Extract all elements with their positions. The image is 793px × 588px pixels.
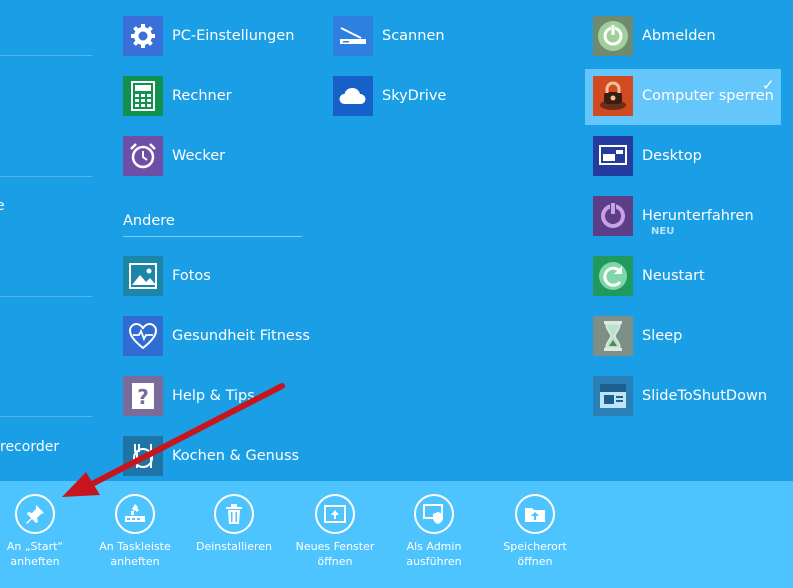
tile-label: Sleep: [642, 328, 683, 344]
tile-herunterfahren[interactable]: Herunterfahren NEU: [593, 196, 754, 237]
calculator-icon: [123, 76, 163, 116]
app-bar: An „Start“ anheften An Taskleiste anheften…: [0, 481, 793, 588]
tile-label: Herunterfahren: [642, 208, 754, 224]
group-divider: [123, 236, 302, 237]
tile-wecker[interactable]: Wecker: [123, 136, 225, 176]
tile-pc-einstellungen[interactable]: PC-Einstellungen: [123, 16, 294, 56]
tile-label: SkyDrive: [382, 88, 447, 104]
pin-icon: [15, 494, 55, 534]
tile-label: Abmelden: [642, 28, 716, 44]
tile-neustart[interactable]: Neustart: [593, 256, 705, 296]
tile-label: Computer sperren: [642, 88, 774, 104]
trash-icon: [214, 494, 254, 534]
tile-label: Rechner: [172, 88, 232, 104]
tile-scannen[interactable]: Scannen: [333, 16, 445, 56]
admin-shield-icon: [414, 494, 454, 534]
button-label: Als Admin: [406, 540, 462, 553]
tile-sleep[interactable]: Sleep: [593, 316, 682, 356]
lock-icon: [593, 76, 633, 116]
tile-label: PC-Einstellungen: [172, 28, 295, 44]
uninstall-button[interactable]: Deinstallieren: [184, 494, 284, 554]
divider: [0, 296, 92, 297]
pin-to-taskbar-button[interactable]: An Taskleiste anheften: [85, 494, 185, 569]
divider: [0, 416, 92, 417]
button-label: Deinstallieren: [195, 540, 272, 553]
button-label: ausführen: [406, 555, 462, 568]
heart-icon: [123, 316, 163, 356]
open-new-window-button[interactable]: Neues Fenster öffnen: [285, 494, 385, 569]
scanner-icon: [333, 16, 373, 56]
cloud-icon: [333, 76, 373, 116]
group-header-andere[interactable]: Andere: [123, 213, 175, 229]
divider: [0, 55, 92, 56]
tile-desktop[interactable]: Desktop: [593, 136, 702, 176]
button-label: Speicherort: [503, 540, 567, 553]
run-as-admin-button[interactable]: Als Admin ausführen: [384, 494, 484, 569]
button-label: An Taskleiste: [99, 540, 171, 553]
tile-label: Fotos: [172, 268, 211, 284]
divider: [0, 176, 92, 177]
checkmark-icon: ✓: [762, 76, 775, 94]
button-label: anheften: [110, 555, 160, 568]
restart-icon: [593, 256, 633, 296]
tile-label: Help & Tips: [172, 388, 255, 404]
alarm-clock-icon: [123, 136, 163, 176]
new-window-icon: [315, 494, 355, 534]
tile-kochen-genuss[interactable]: Kochen & Genuss: [123, 436, 299, 476]
tile-rechner[interactable]: Rechner: [123, 76, 232, 116]
tile-fotos[interactable]: Fotos: [123, 256, 211, 296]
help-icon: ?: [123, 376, 163, 416]
gear-icon: [123, 16, 163, 56]
tile-help-tips[interactable]: ? Help & Tips: [123, 376, 255, 416]
tile-slidetoshutdown[interactable]: SlideToShutDown: [593, 376, 767, 416]
tile-label: SlideToShutDown: [642, 388, 768, 404]
button-label: An „Start“: [6, 540, 64, 553]
tile-label: Desktop: [642, 148, 702, 164]
tile-abmelden[interactable]: Abmelden: [593, 16, 716, 56]
slide-shutdown-icon: [593, 376, 633, 416]
button-label: öffnen: [517, 555, 553, 568]
tile-label: Kochen & Genuss: [172, 448, 300, 464]
button-label: anheften: [10, 555, 60, 568]
taskbar-pin-icon: [115, 494, 155, 534]
button-label: Neues Fenster: [295, 540, 375, 553]
shutdown-icon: [593, 196, 633, 236]
tile-label: Wecker: [172, 148, 226, 164]
pin-to-start-button[interactable]: An „Start“ anheften: [0, 494, 85, 569]
new-badge: NEU: [651, 226, 675, 237]
tile-label: Scannen: [382, 28, 445, 44]
tile-computer-sperren[interactable]: Computer sperren: [593, 76, 774, 116]
desktop-icon: [593, 136, 633, 176]
folder-icon: [515, 494, 555, 534]
cut-off-label[interactable]: recorder: [0, 439, 59, 455]
open-file-location-button[interactable]: Speicherort öffnen: [485, 494, 585, 569]
power-icon: [593, 16, 633, 56]
cut-off-label: e: [0, 198, 5, 214]
svg-text:?: ?: [137, 385, 149, 409]
photo-icon: [123, 256, 163, 296]
tile-skydrive[interactable]: SkyDrive: [333, 76, 446, 116]
hourglass-icon: [593, 316, 633, 356]
tile-label: Gesundheit Fitness: [172, 328, 310, 344]
cooking-icon: [123, 436, 163, 476]
button-label: öffnen: [317, 555, 353, 568]
tile-gesundheit-fitness[interactable]: Gesundheit Fitness: [123, 316, 310, 356]
tile-label: Neustart: [642, 268, 705, 284]
